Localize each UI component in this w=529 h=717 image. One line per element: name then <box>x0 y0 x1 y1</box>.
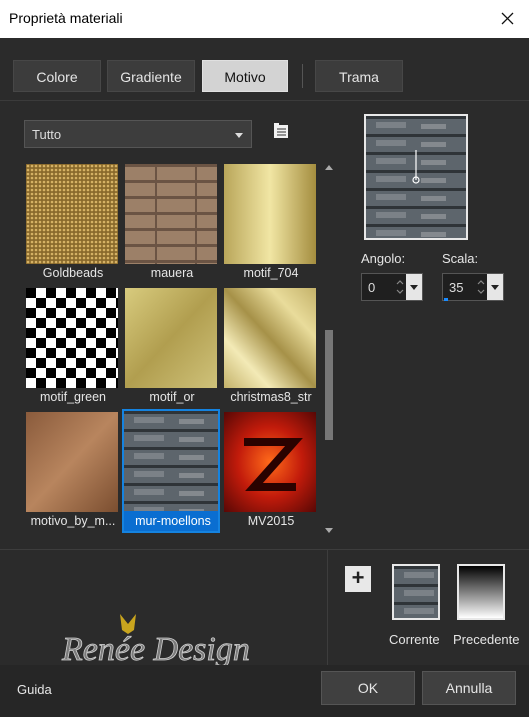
pattern-thumbnail <box>224 412 316 512</box>
tab-motivo[interactable]: Motivo <box>202 60 288 92</box>
divider <box>327 550 328 665</box>
browse-folder-icon[interactable] <box>272 122 290 140</box>
help-link[interactable]: Guida <box>17 682 52 697</box>
ok-button[interactable]: OK <box>321 671 415 705</box>
watermark-text: Renée Design <box>61 631 250 668</box>
scale-dropdown-button[interactable] <box>487 274 503 300</box>
pattern-thumbnail <box>26 412 118 512</box>
close-icon[interactable] <box>493 5 521 31</box>
tab-separator <box>302 64 303 88</box>
chevron-down-icon <box>235 133 243 138</box>
tab-gradiente[interactable]: Gradiente <box>107 60 195 92</box>
scale-progress <box>444 298 448 301</box>
pattern-thumbnail <box>224 288 316 388</box>
pattern-label: motif_green <box>39 390 106 404</box>
previous-swatch[interactable] <box>457 564 505 620</box>
angle-value: 0 <box>368 280 376 295</box>
pattern-label: mur-moellons <box>135 514 211 528</box>
scroll-thumb[interactable] <box>325 330 333 440</box>
up-down-arrows-icon[interactable] <box>475 276 487 298</box>
scale-spinbox[interactable]: 35 <box>442 273 504 301</box>
pattern-item[interactable]: mauera <box>123 162 221 286</box>
pattern-label: Goldbeads <box>42 266 104 280</box>
pattern-item[interactable]: motif_or <box>123 286 221 410</box>
material-properties-dialog: Proprietà materiali Colore Gradiente Mot… <box>0 0 529 717</box>
pattern-scrollbar[interactable] <box>323 162 335 536</box>
divider <box>0 100 529 101</box>
angle-dropdown-button[interactable] <box>406 274 422 300</box>
pattern-item[interactable]: christmas8_str <box>222 286 320 410</box>
current-label: Corrente <box>389 632 440 647</box>
current-swatch[interactable] <box>392 564 440 620</box>
pattern-thumbnail <box>224 164 316 264</box>
watermark-logo: Renée Design <box>61 614 250 668</box>
category-value: Tutto <box>32 127 62 142</box>
category-dropdown[interactable]: Tutto <box>24 120 252 148</box>
tab-colore[interactable]: Colore <box>13 60 101 92</box>
scale-value: 35 <box>449 280 464 295</box>
pattern-item-selected[interactable]: mur-moellons <box>122 409 220 533</box>
pattern-grid: Goldbeads mauera motif_704 motif_green m… <box>24 162 322 536</box>
pattern-thumbnail <box>125 164 217 264</box>
angle-label: Angolo: <box>361 251 406 266</box>
pattern-thumbnail <box>125 288 217 388</box>
cancel-button[interactable]: Annulla <box>422 671 516 705</box>
pattern-label: motivo_by_m... <box>30 514 116 528</box>
pattern-item[interactable]: motif_704 <box>222 162 320 286</box>
pattern-item[interactable]: MV2015 <box>222 410 320 534</box>
angle-spinbox[interactable]: 0 <box>361 273 423 301</box>
pattern-thumbnail <box>124 411 218 511</box>
pattern-label: MV2015 <box>247 514 295 528</box>
previous-label: Precedente <box>453 632 520 647</box>
pattern-label: christmas8_str <box>230 390 312 404</box>
pattern-label: motif_704 <box>243 266 299 280</box>
tab-trama[interactable]: Trama <box>315 60 403 92</box>
pattern-preview[interactable] <box>364 114 468 240</box>
pattern-label: mauera <box>150 266 194 280</box>
scroll-up-icon[interactable] <box>325 165 333 170</box>
pattern-item[interactable]: motif_green <box>24 286 122 410</box>
scroll-down-icon[interactable] <box>325 528 333 533</box>
pattern-label: motif_or <box>149 390 195 404</box>
add-swatch-button[interactable]: + <box>345 566 371 592</box>
up-down-arrows-icon[interactable] <box>394 276 406 298</box>
tab-bar: Colore Gradiente Motivo Trama <box>0 38 529 100</box>
scale-label: Scala: <box>442 251 479 266</box>
window-title: Proprietà materiali <box>9 10 123 26</box>
title-bar: Proprietà materiali <box>0 0 529 38</box>
pattern-thumbnail <box>26 164 118 264</box>
divider <box>0 549 529 550</box>
pattern-item[interactable]: Goldbeads <box>24 162 122 286</box>
pattern-item[interactable]: motivo_by_m... <box>24 410 122 534</box>
pattern-thumbnail <box>26 288 118 388</box>
